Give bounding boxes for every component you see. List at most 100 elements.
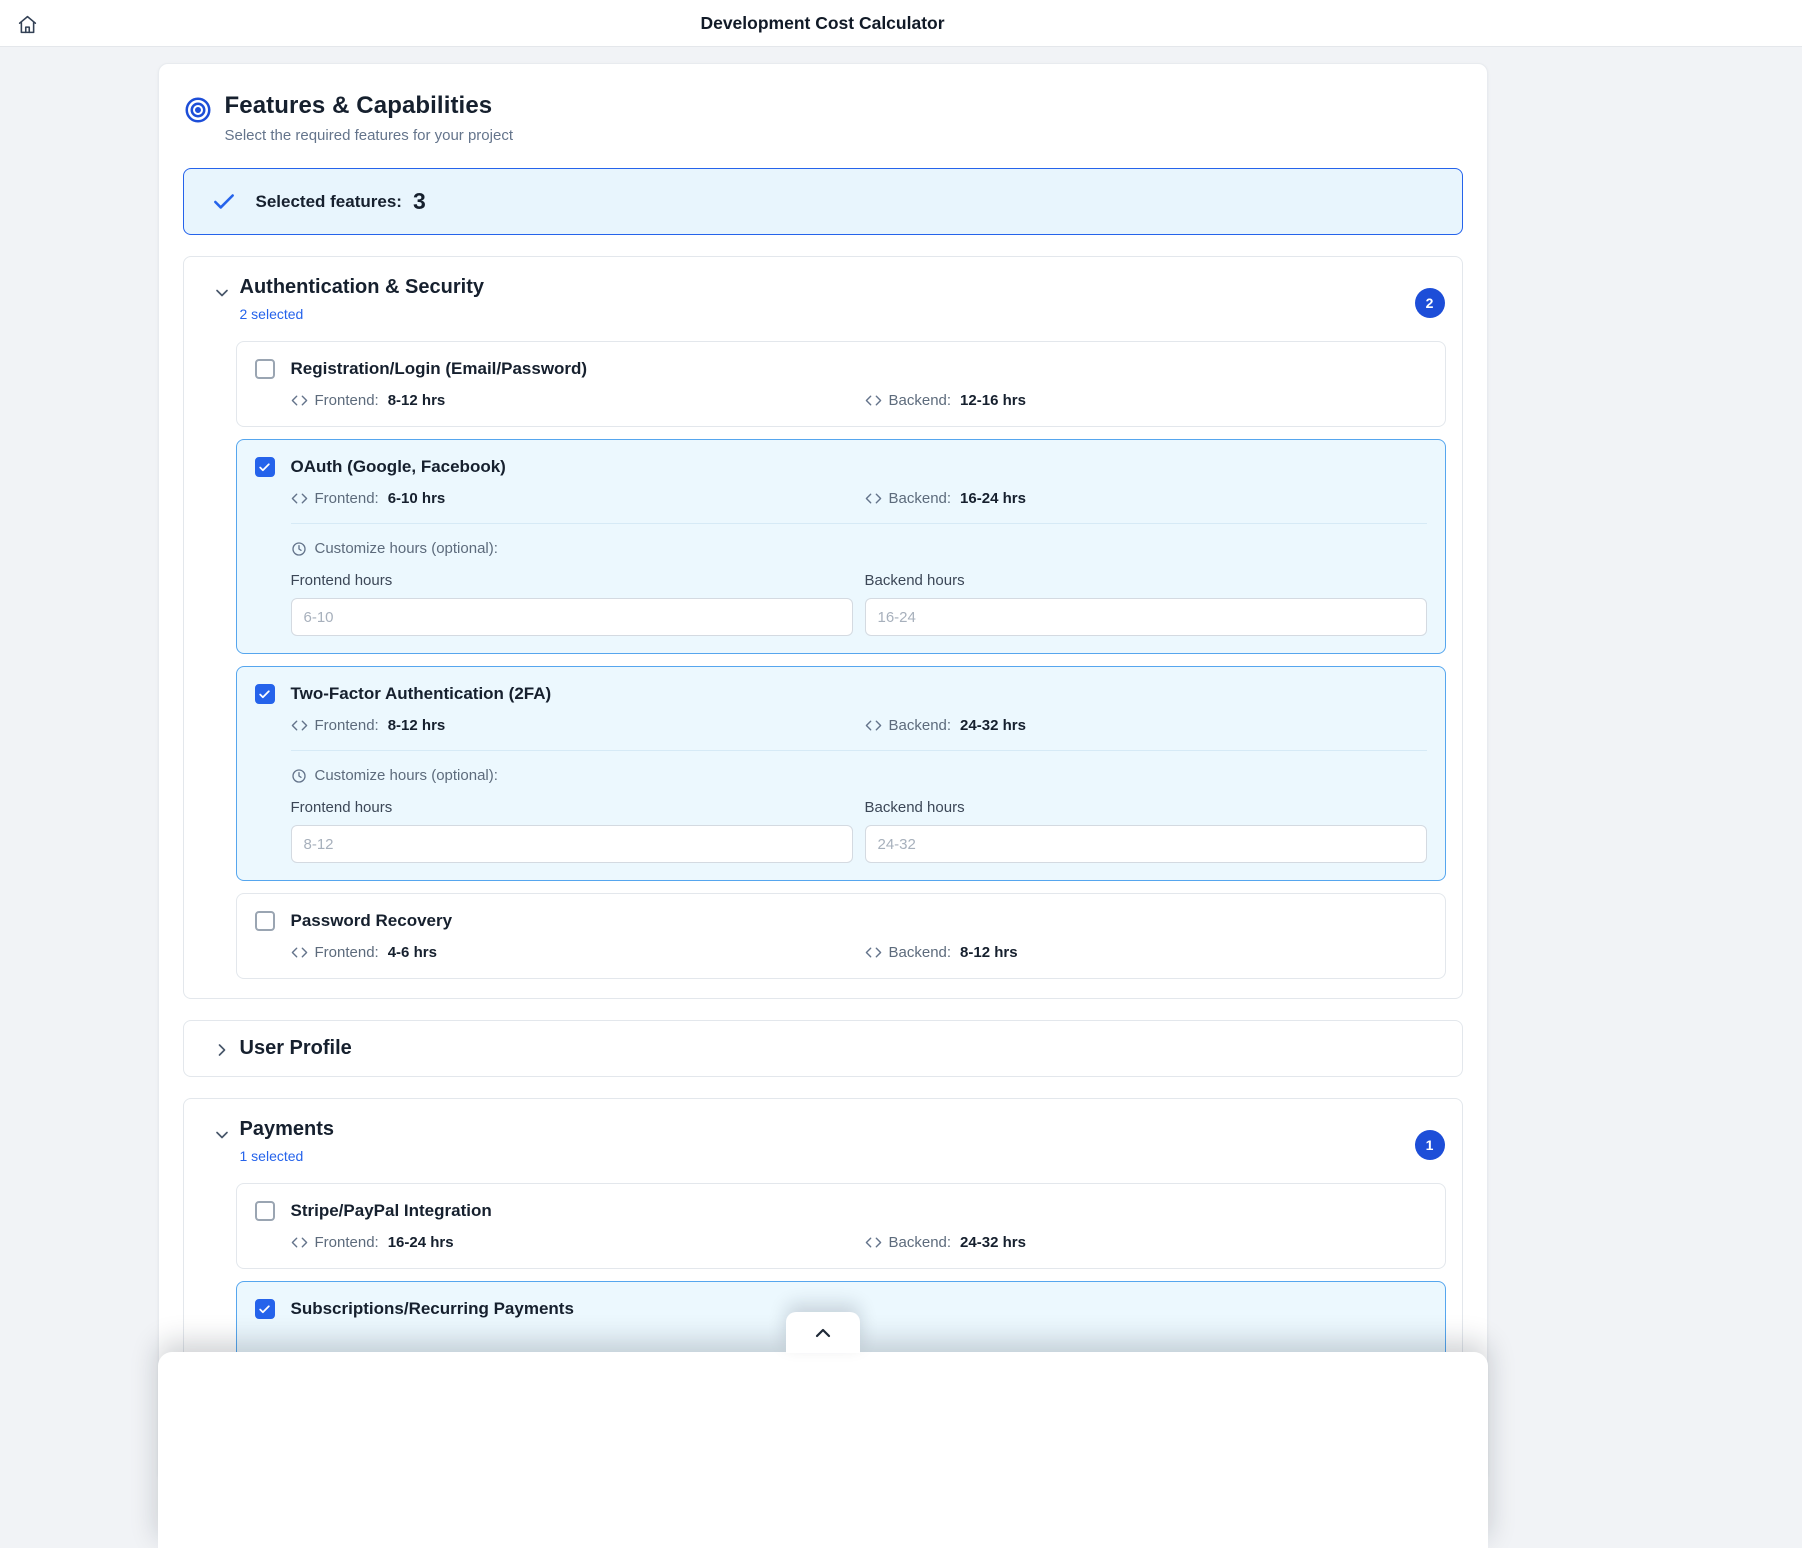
checkbox-subscriptions[interactable] xyxy=(255,1299,275,1319)
backend-label: Backend: xyxy=(889,392,952,409)
section-count-badge: 2 xyxy=(1415,288,1445,318)
backend-hours-label: Backend hours xyxy=(865,572,1427,589)
feature-name: Password Recovery xyxy=(291,911,453,931)
frontend-hours-label: Frontend hours xyxy=(291,572,853,589)
backend-estimate: Backend: 24-32 hrs xyxy=(865,1234,1427,1251)
chevron-down-icon[interactable] xyxy=(212,1125,232,1145)
frontend-hours: 8-12 hrs xyxy=(388,717,446,734)
section-title: Payments xyxy=(240,1118,335,1141)
page-container: Features & Capabilities Select the requi… xyxy=(0,63,1645,1482)
frontend-hours: 16-24 hrs xyxy=(388,1234,454,1251)
card-header: Features & Capabilities Select the requi… xyxy=(183,92,1463,144)
feature-name: Registration/Login (Email/Password) xyxy=(291,359,588,379)
frontend-label: Frontend: xyxy=(315,392,379,409)
backend-estimate: Backend: 24-32 hrs xyxy=(865,717,1427,734)
backend-hours: 24-32 hrs xyxy=(960,717,1026,734)
frontend-hours-input[interactable] xyxy=(291,825,853,863)
section-title: Authentication & Security xyxy=(240,276,484,299)
backend-hours-label: Backend hours xyxy=(865,799,1427,816)
code-icon xyxy=(865,1234,882,1251)
frontend-hours-label: Frontend hours xyxy=(291,799,853,816)
backend-estimate: Backend: 12-16 hrs xyxy=(865,392,1427,409)
backend-hours: 24-32 hrs xyxy=(960,1234,1026,1251)
code-icon xyxy=(865,944,882,961)
home-button[interactable] xyxy=(15,12,39,36)
backend-estimate: Backend: 16-24 hrs xyxy=(865,490,1427,507)
target-icon xyxy=(183,95,213,130)
feature-row-password-recovery: Password Recovery Frontend: 4-6 hrs Back… xyxy=(236,893,1446,979)
backend-hours-input[interactable] xyxy=(865,825,1427,863)
feature-name: Subscriptions/Recurring Payments xyxy=(291,1299,574,1319)
selected-features-label: Selected features: xyxy=(256,192,402,212)
customize-hours-block: Customize hours (optional): Frontend hou… xyxy=(291,750,1427,863)
code-icon xyxy=(865,717,882,734)
chevron-down-icon[interactable] xyxy=(212,283,232,303)
customize-label: Customize hours (optional): xyxy=(315,540,498,557)
frontend-label: Frontend: xyxy=(315,490,379,507)
section-user-profile: User Profile xyxy=(183,1020,1463,1077)
features-card: Features & Capabilities Select the requi… xyxy=(158,63,1488,1482)
topbar: Development Cost Calculator xyxy=(0,0,1802,47)
frontend-estimate: Frontend: 4-6 hrs xyxy=(291,944,853,961)
checkbox-oauth[interactable] xyxy=(255,457,275,477)
feature-row-oauth: OAuth (Google, Facebook) Frontend: 6-10 … xyxy=(236,439,1446,654)
feature-row-stripe: Stripe/PayPal Integration Frontend: 16-2… xyxy=(236,1183,1446,1269)
selected-features-banner: Selected features: 3 xyxy=(183,168,1463,235)
frontend-hours-input[interactable] xyxy=(291,598,853,636)
section-auth-header[interactable]: Authentication & Security 2 selected 2 xyxy=(200,276,1446,322)
section-authentication-security: Authentication & Security 2 selected 2 R… xyxy=(183,256,1463,999)
customize-hours-block: Customize hours (optional): Frontend hou… xyxy=(291,523,1427,636)
feature-name: Stripe/PayPal Integration xyxy=(291,1201,492,1221)
code-icon xyxy=(865,490,882,507)
backend-hours: 16-24 hrs xyxy=(960,490,1026,507)
frontend-estimate: Frontend: 8-12 hrs xyxy=(291,392,853,409)
section-count-badge: 1 xyxy=(1415,1130,1445,1160)
code-icon xyxy=(291,490,308,507)
feature-row-registration: Registration/Login (Email/Password) Fron… xyxy=(236,341,1446,427)
backend-hours-input[interactable] xyxy=(865,598,1427,636)
checkbox-2fa[interactable] xyxy=(255,684,275,704)
code-icon xyxy=(291,944,308,961)
checkbox-registration[interactable] xyxy=(255,359,275,379)
summary-panel xyxy=(158,1352,1488,1548)
frontend-estimate: Frontend: 16-24 hrs xyxy=(291,1234,853,1251)
backend-label: Backend: xyxy=(889,1234,952,1251)
frontend-estimate: Frontend: 6-10 hrs xyxy=(291,490,853,507)
backend-label: Backend: xyxy=(889,717,952,734)
selected-features-count: 3 xyxy=(413,188,426,215)
backend-label: Backend: xyxy=(889,944,952,961)
customize-label: Customize hours (optional): xyxy=(315,767,498,784)
frontend-label: Frontend: xyxy=(315,717,379,734)
frontend-estimate: Frontend: 8-12 hrs xyxy=(291,717,853,734)
section-selected-count: 2 selected xyxy=(240,306,484,322)
frontend-hours: 6-10 hrs xyxy=(388,490,446,507)
chevron-right-icon[interactable] xyxy=(212,1040,232,1060)
clock-icon xyxy=(291,541,307,557)
page-subtitle: Select the required features for your pr… xyxy=(225,127,514,144)
backend-hours: 12-16 hrs xyxy=(960,392,1026,409)
code-icon xyxy=(291,717,308,734)
clock-icon xyxy=(291,768,307,784)
frontend-hours: 4-6 hrs xyxy=(388,944,437,961)
feature-name: OAuth (Google, Facebook) xyxy=(291,457,506,477)
backend-estimate: Backend: 8-12 hrs xyxy=(865,944,1427,961)
feature-list: Registration/Login (Email/Password) Fron… xyxy=(236,341,1446,979)
code-icon xyxy=(291,392,308,409)
section-selected-count: 1 selected xyxy=(240,1148,335,1164)
app-title: Development Cost Calculator xyxy=(700,13,944,34)
code-icon xyxy=(291,1234,308,1251)
frontend-hours: 8-12 hrs xyxy=(388,392,446,409)
checkbox-stripe[interactable] xyxy=(255,1201,275,1221)
section-payments-header[interactable]: Payments 1 selected 1 xyxy=(200,1118,1446,1164)
home-icon xyxy=(17,14,38,35)
backend-hours: 8-12 hrs xyxy=(960,944,1018,961)
section-user-profile-header[interactable]: User Profile xyxy=(200,1037,1446,1060)
checkbox-password-recovery[interactable] xyxy=(255,911,275,931)
chevron-up-icon xyxy=(811,1321,835,1345)
frontend-label: Frontend: xyxy=(315,944,379,961)
frontend-label: Frontend: xyxy=(315,1234,379,1251)
expand-summary-button[interactable] xyxy=(786,1312,860,1353)
page-title: Features & Capabilities xyxy=(225,92,514,120)
backend-label: Backend: xyxy=(889,490,952,507)
code-icon xyxy=(865,392,882,409)
